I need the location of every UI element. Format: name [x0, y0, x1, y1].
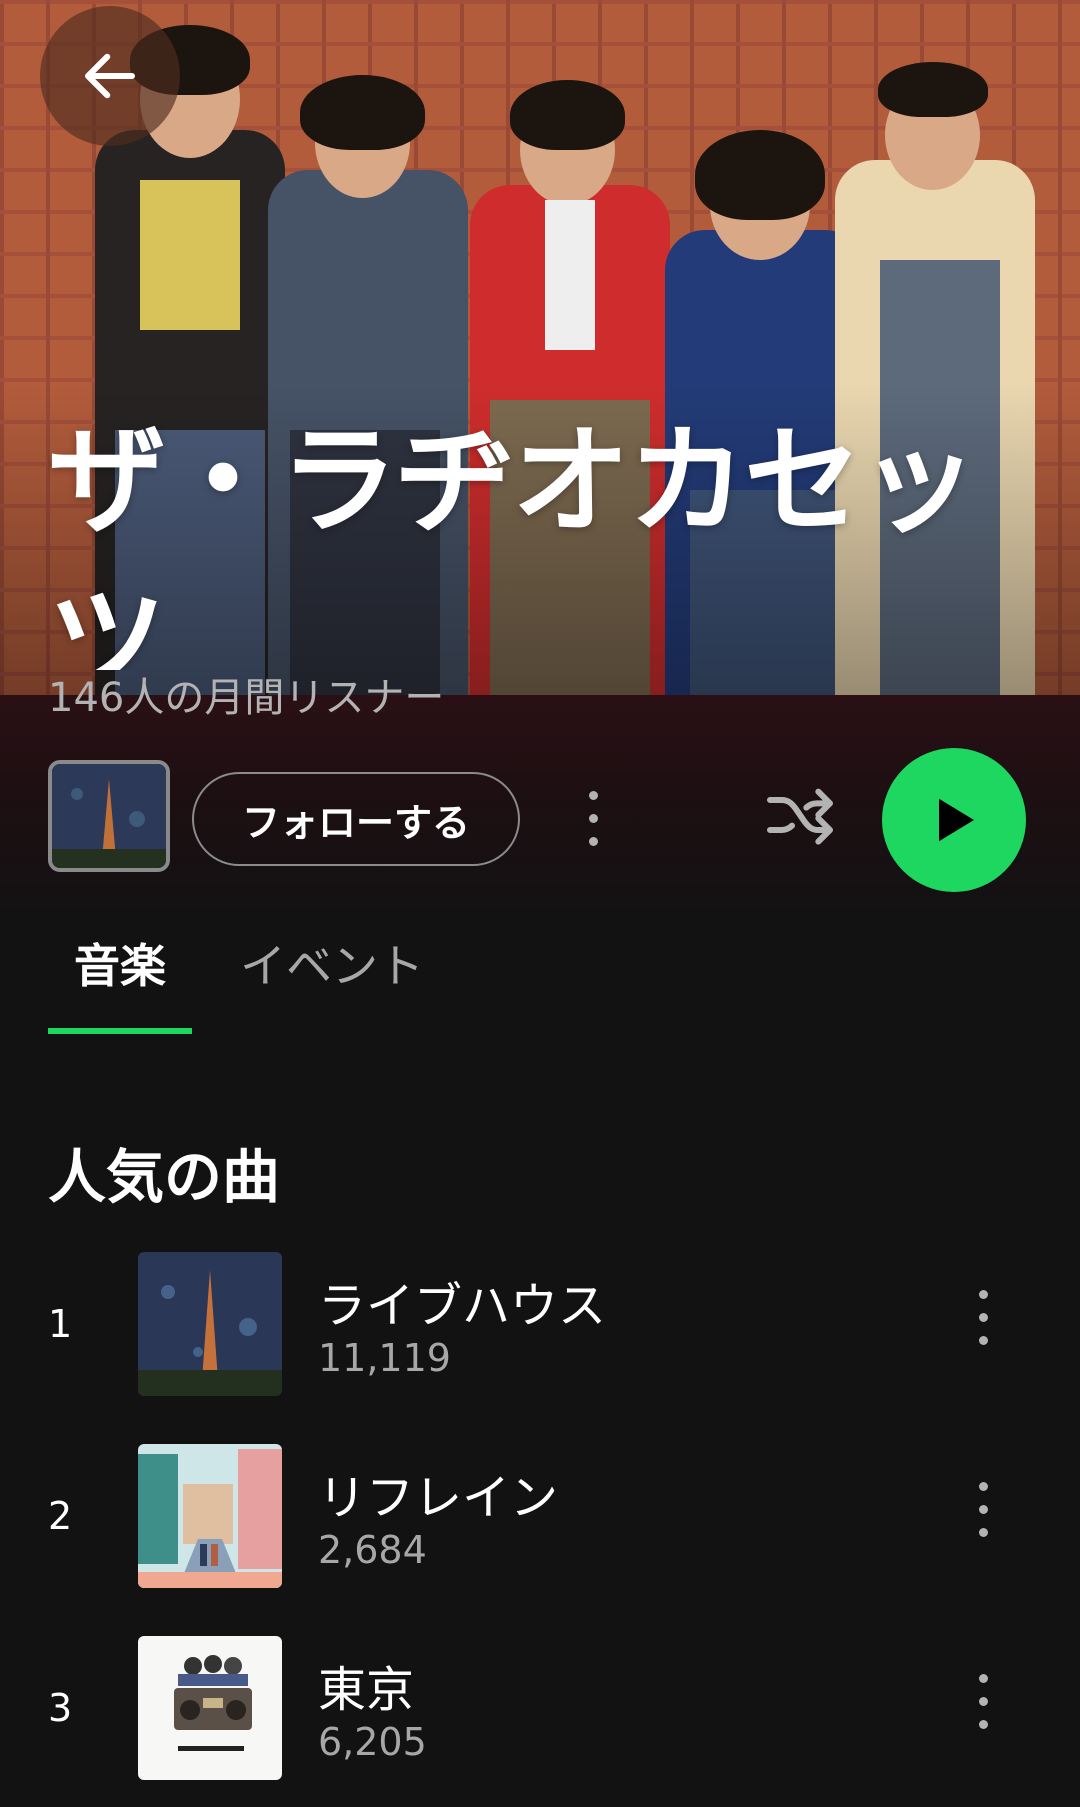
more-options-button[interactable]: [575, 785, 611, 855]
track-play-count: 11,119: [318, 1336, 451, 1380]
track-title: ライブハウス: [318, 1278, 607, 1334]
arrow-left-icon: [84, 53, 136, 99]
track-title: 東京: [318, 1662, 415, 1718]
tab-events[interactable]: イベント: [240, 930, 424, 996]
artist-name: ザ・ラヂオカセッツ: [48, 412, 978, 670]
track-rank: 3: [48, 1686, 73, 1730]
active-tab-indicator: [48, 1028, 192, 1034]
artist-thumbnail[interactable]: [48, 760, 170, 872]
back-button[interactable]: [40, 6, 180, 146]
more-vertical-icon: [968, 1674, 998, 1729]
track-title: リフレイン: [318, 1470, 559, 1526]
follow-button[interactable]: フォローする: [192, 772, 520, 866]
play-icon: [939, 798, 974, 842]
track-more-button[interactable]: [968, 1290, 998, 1358]
more-vertical-icon: [968, 1482, 998, 1537]
track-row[interactable]: 3 東京 6,205: [0, 1636, 1080, 1780]
track-artwork: [138, 1444, 282, 1588]
more-vertical-icon: [968, 1290, 998, 1345]
section-title: 人気の曲: [48, 1143, 281, 1211]
track-rank: 1: [48, 1302, 73, 1346]
monthly-listeners: 146人の月間リスナー: [48, 675, 445, 721]
more-vertical-icon: [575, 785, 611, 846]
track-row[interactable]: 2 リフレイン 2,684: [0, 1444, 1080, 1588]
track-play-count: 2,684: [318, 1528, 427, 1572]
track-play-count: 6,205: [318, 1720, 427, 1764]
track-row[interactable]: 1 ライブハウス 11,119: [0, 1252, 1080, 1396]
track-rank: 2: [48, 1494, 73, 1538]
track-more-button[interactable]: [968, 1482, 998, 1550]
shuffle-button[interactable]: [760, 780, 840, 860]
track-more-button[interactable]: [968, 1674, 998, 1742]
shuffle-icon: [767, 788, 833, 845]
track-artwork: [138, 1636, 282, 1780]
play-button[interactable]: [882, 748, 1026, 892]
tab-music[interactable]: 音楽: [74, 930, 166, 996]
track-artwork: [138, 1252, 282, 1396]
